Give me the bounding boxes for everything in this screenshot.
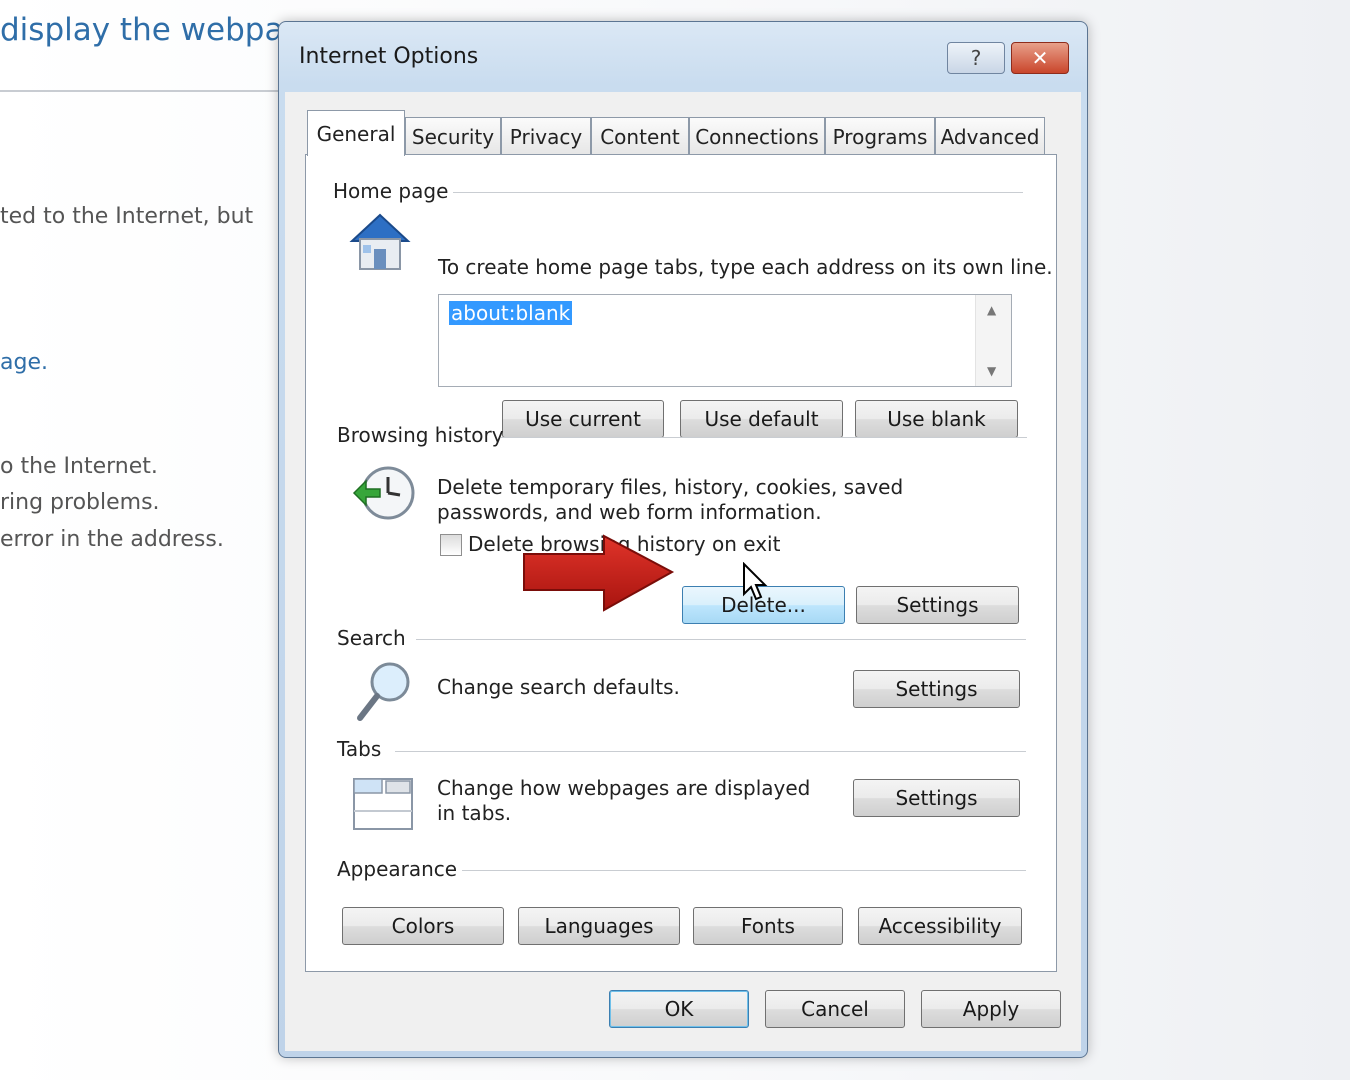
cancel-button[interactable]: Cancel (765, 990, 905, 1028)
browsing-history-group-label: Browsing history (337, 423, 504, 447)
use-default-button[interactable]: Use default (680, 400, 843, 438)
background-page-title: display the webpag (0, 12, 304, 48)
home-page-address-value: about:blank (449, 301, 573, 325)
search-group-label: Search (337, 626, 406, 650)
use-current-button[interactable]: Use current (502, 400, 664, 438)
close-button[interactable]: ✕ (1011, 42, 1069, 74)
ok-button[interactable]: OK (609, 990, 749, 1028)
close-icon: ✕ (1031, 46, 1049, 70)
group-divider (453, 192, 1023, 193)
search-settings-button[interactable]: Settings (853, 670, 1020, 708)
group-divider (462, 870, 1026, 871)
accessibility-button[interactable]: Accessibility (858, 907, 1022, 945)
apply-button[interactable]: Apply (921, 990, 1061, 1028)
tabs-group-label: Tabs (337, 737, 382, 761)
tab-general[interactable]: General (307, 110, 405, 156)
tab-programs[interactable]: Programs (825, 117, 935, 155)
background-divider (0, 90, 285, 92)
tab-security[interactable]: Security (405, 117, 501, 155)
background-text-line: o the Internet. (0, 454, 158, 479)
dialog-titlebar[interactable]: Internet Options ? ✕ (279, 22, 1087, 92)
languages-button[interactable]: Languages (518, 907, 680, 945)
textarea-scrollbar[interactable]: ▲ ▼ (975, 295, 1011, 386)
search-magnifier-icon (357, 662, 410, 721)
background-text-line: ring problems. (0, 490, 160, 515)
scroll-down-icon[interactable]: ▼ (987, 364, 996, 378)
fonts-button[interactable]: Fonts (693, 907, 843, 945)
mouse-cursor-icon (743, 562, 768, 601)
appearance-group-label: Appearance (337, 857, 458, 881)
dialog-client-area: General Security Privacy Content Connect… (285, 92, 1081, 1051)
help-icon: ? (970, 46, 982, 70)
browsing-history-description: Delete temporary files, history, cookies… (437, 475, 904, 524)
tab-advanced[interactable]: Advanced (935, 117, 1045, 155)
delete-history-on-exit-checkbox[interactable] (440, 534, 462, 556)
tabs-description: Change how webpages are displayed in tab… (437, 776, 811, 825)
general-tab-panel: Home page To create home page tabs, type… (305, 154, 1057, 972)
search-description: Change search defaults. (437, 675, 680, 699)
internet-options-dialog: Internet Options ? ✕ General Security Pr… (278, 21, 1088, 1058)
background-link-text[interactable]: age. (0, 350, 48, 375)
home-page-group-label: Home page (333, 179, 449, 203)
tab-content[interactable]: Content (591, 117, 689, 155)
tab-connections[interactable]: Connections (689, 117, 825, 155)
group-divider (501, 437, 1027, 438)
tabs-window-icon (353, 778, 413, 830)
tab-privacy[interactable]: Privacy (501, 117, 591, 155)
colors-button[interactable]: Colors (342, 907, 504, 945)
group-divider (416, 639, 1026, 640)
home-page-address-textarea[interactable]: about:blank ▲ ▼ (438, 294, 1012, 387)
help-button[interactable]: ? (947, 42, 1005, 74)
history-clock-icon (352, 466, 415, 520)
red-arrow-annotation-icon (523, 534, 675, 612)
browsing-history-settings-button[interactable]: Settings (856, 586, 1019, 624)
background-text-line: ted to the Internet, but (0, 204, 254, 229)
scroll-up-icon[interactable]: ▲ (987, 303, 996, 317)
home-page-description: To create home page tabs, type each addr… (438, 255, 1053, 279)
home-icon (349, 213, 411, 270)
tabs-settings-button[interactable]: Settings (853, 779, 1020, 817)
dialog-title: Internet Options (299, 44, 479, 69)
group-divider (395, 751, 1026, 752)
use-blank-button[interactable]: Use blank (855, 400, 1018, 438)
background-text-line: error in the address. (0, 527, 224, 552)
